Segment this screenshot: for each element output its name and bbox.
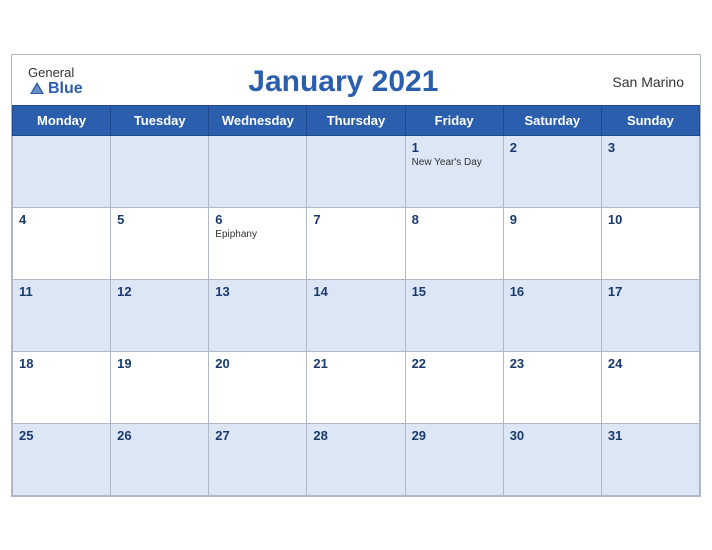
week-row-4: 18 19 20 21 22 23 24	[13, 351, 700, 423]
day-number: 23	[510, 356, 595, 371]
week-row-5: 25 26 27 28 29 30 31	[13, 423, 700, 495]
day-number: 25	[19, 428, 104, 443]
day-header-tuesday: Tuesday	[111, 105, 209, 135]
calendar-cell: 30	[503, 423, 601, 495]
week-row-3: 11 12 13 14 15 16 17	[13, 279, 700, 351]
holiday-label: Epiphany	[215, 229, 300, 240]
country-name: San Marino	[604, 74, 684, 90]
calendar-grid: MondayTuesdayWednesdayThursdayFridaySatu…	[12, 105, 700, 496]
calendar-cell: 5	[111, 207, 209, 279]
calendar-cell: 28	[307, 423, 405, 495]
day-number: 28	[313, 428, 398, 443]
calendar-cell: 10	[601, 207, 699, 279]
calendar-cell: 7	[307, 207, 405, 279]
calendar-cell: 19	[111, 351, 209, 423]
day-number: 20	[215, 356, 300, 371]
day-number: 6	[215, 212, 300, 227]
calendar-cell: 15	[405, 279, 503, 351]
day-number: 15	[412, 284, 497, 299]
week-row-2: 456 Epiphany 789 10	[13, 207, 700, 279]
calendar-title: January 2021	[83, 65, 604, 99]
logo-icon	[28, 80, 46, 98]
day-number: 14	[313, 284, 398, 299]
calendar-header: General Blue January 2021 San Marino	[12, 55, 700, 105]
day-header-thursday: Thursday	[307, 105, 405, 135]
day-header-wednesday: Wednesday	[209, 105, 307, 135]
day-number: 22	[412, 356, 497, 371]
day-number: 2	[510, 140, 595, 155]
calendar-cell: 26	[111, 423, 209, 495]
calendar-cell: 18	[13, 351, 111, 423]
day-headers-row: MondayTuesdayWednesdayThursdayFridaySatu…	[13, 105, 700, 135]
calendar-cell: 3	[601, 135, 699, 207]
calendar-cell: 16	[503, 279, 601, 351]
day-number: 16	[510, 284, 595, 299]
day-header-monday: Monday	[13, 105, 111, 135]
calendar-cell	[307, 135, 405, 207]
day-number: 29	[412, 428, 497, 443]
calendar-cell: 4	[13, 207, 111, 279]
calendar-cell	[209, 135, 307, 207]
calendar-cell: 11	[13, 279, 111, 351]
day-number: 5	[117, 212, 202, 227]
day-number: 3	[608, 140, 693, 155]
calendar-cell: 2	[503, 135, 601, 207]
day-number: 21	[313, 356, 398, 371]
calendar-container: General Blue January 2021 San Marino Mon…	[11, 54, 701, 497]
day-number: 7	[313, 212, 398, 227]
day-number: 18	[19, 356, 104, 371]
day-number: 8	[412, 212, 497, 227]
day-number: 13	[215, 284, 300, 299]
day-number: 17	[608, 284, 693, 299]
calendar-cell: 20	[209, 351, 307, 423]
calendar-cell: 24	[601, 351, 699, 423]
logo-blue-text: Blue	[28, 80, 83, 98]
day-number: 12	[117, 284, 202, 299]
week-row-1: 1 New Year's Day 23	[13, 135, 700, 207]
calendar-cell: 27	[209, 423, 307, 495]
calendar-cell	[13, 135, 111, 207]
day-number: 19	[117, 356, 202, 371]
day-number: 4	[19, 212, 104, 227]
day-number: 10	[608, 212, 693, 227]
calendar-cell: 14	[307, 279, 405, 351]
calendar-cell: 6 Epiphany	[209, 207, 307, 279]
day-number: 26	[117, 428, 202, 443]
day-number: 27	[215, 428, 300, 443]
calendar-cell: 25	[13, 423, 111, 495]
calendar-cell: 21	[307, 351, 405, 423]
calendar-cell: 29	[405, 423, 503, 495]
day-number: 1	[412, 140, 497, 155]
calendar-cell: 22	[405, 351, 503, 423]
calendar-cell: 13	[209, 279, 307, 351]
calendar-cell: 17	[601, 279, 699, 351]
calendar-cell: 9	[503, 207, 601, 279]
logo: General Blue	[28, 65, 83, 98]
logo-general-text: General	[28, 65, 74, 80]
day-number: 24	[608, 356, 693, 371]
calendar-cell: 23	[503, 351, 601, 423]
day-number: 31	[608, 428, 693, 443]
calendar-cell: 12	[111, 279, 209, 351]
calendar-cell: 8	[405, 207, 503, 279]
calendar-cell: 1 New Year's Day	[405, 135, 503, 207]
calendar-cell: 31	[601, 423, 699, 495]
day-number: 30	[510, 428, 595, 443]
calendar-cell	[111, 135, 209, 207]
day-number: 11	[19, 284, 104, 299]
day-header-sunday: Sunday	[601, 105, 699, 135]
day-header-friday: Friday	[405, 105, 503, 135]
day-number: 9	[510, 212, 595, 227]
holiday-label: New Year's Day	[412, 157, 497, 168]
day-header-saturday: Saturday	[503, 105, 601, 135]
